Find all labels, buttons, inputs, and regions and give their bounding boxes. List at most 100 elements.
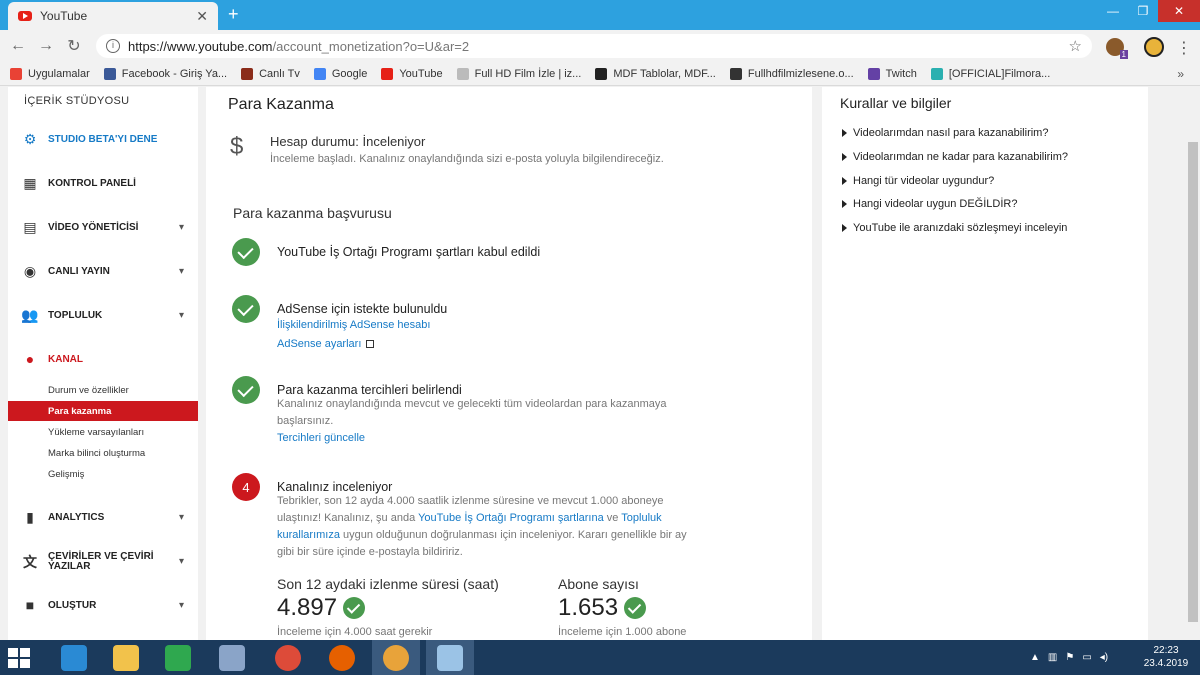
address-bar[interactable]: i https://www.youtube.com/account_moneti… — [96, 34, 1092, 58]
rule-link-how-much[interactable]: Videolarımdan ne kadar para kazanabiliri… — [842, 151, 1068, 163]
sidebar-item-translations[interactable]: 文 ÇEVİRİLER VE ÇEVİRİ YAZILAR ▾ — [8, 547, 198, 577]
linked-adsense-link[interactable]: İlişkilendirilmiş AdSense hesabı — [277, 319, 430, 331]
browser-tab[interactable]: YouTube ✕ — [8, 2, 218, 30]
system-tray[interactable]: ▲ ▥ ⚑ ▭ ◂) — [1030, 652, 1108, 663]
triangle-right-icon — [842, 200, 847, 208]
bookmark-item[interactable]: Full HD Film İzle | iz... — [456, 67, 581, 80]
extension-icon[interactable]: 1 — [1106, 38, 1128, 59]
new-tab-button[interactable]: + — [228, 4, 239, 25]
sidebar-item-video-manager[interactable]: ▤ VİDEO YÖNETİCİSİ ▾ — [8, 213, 198, 241]
file-explorer-icon[interactable] — [102, 640, 150, 675]
more-bookmarks-icon[interactable]: » — [1177, 67, 1184, 81]
notepad-icon[interactable] — [426, 640, 474, 675]
sidebar-item-label: TOPLULUK — [48, 309, 103, 321]
network-icon[interactable]: ▥ — [1048, 652, 1057, 663]
filmora-icon — [930, 67, 943, 80]
external-link-icon — [366, 340, 375, 348]
bookmark-item[interactable]: YouTube — [381, 67, 443, 80]
maximize-button[interactable]: ❐ — [1128, 0, 1158, 22]
forward-icon[interactable]: → — [32, 37, 60, 55]
facebook-icon — [103, 67, 116, 80]
sidebar-sub-branding[interactable]: Marka bilinci oluşturma — [8, 443, 198, 463]
close-tab-icon[interactable]: ✕ — [196, 8, 208, 25]
stat-value: 1.653 — [558, 594, 686, 622]
bookmark-item[interactable]: Canlı Tv — [241, 67, 300, 80]
bookmark-item[interactable]: Twitch — [867, 67, 917, 80]
check-icon — [232, 376, 260, 404]
sidebar-sub-monetization[interactable]: Para kazanma — [8, 401, 198, 421]
translate-icon: 文 — [23, 554, 37, 570]
google-icon — [313, 67, 326, 80]
tab-title: YouTube — [40, 9, 88, 23]
clock[interactable]: 22:23 23.4.2019 — [1138, 644, 1194, 670]
stat-label: Abone sayısı — [558, 576, 639, 592]
minimize-button[interactable]: — — [1098, 0, 1128, 22]
adsense-settings-link-wrap[interactable]: AdSense ayarları — [277, 336, 375, 350]
sidebar-item-label: ANALYTICS — [48, 511, 105, 523]
sidebar-header: İÇERİK STÜDYOSU — [24, 95, 130, 107]
rule-link-how[interactable]: Videolarımdan nasıl para kazanabilirim? — [842, 127, 1048, 139]
page-scrollbar[interactable] — [1186, 87, 1200, 640]
step-title: Kanalınız inceleniyor — [277, 480, 393, 494]
step-text: Kanalınız onaylandığında mevcut ve gelec… — [277, 398, 667, 427]
reload-icon[interactable]: ↻ — [60, 36, 88, 56]
windows-start-icon[interactable] — [8, 648, 30, 668]
control-panel-icon[interactable] — [208, 640, 256, 675]
firefox-icon[interactable] — [318, 640, 366, 675]
chrome-menu-icon[interactable]: ⋮ — [1176, 38, 1192, 58]
step-title: Para kazanma tercihleri belirlendi — [277, 383, 462, 397]
adsense-settings-link[interactable]: AdSense ayarları — [277, 338, 361, 350]
sidebar-sub-advanced[interactable]: Gelişmiş — [8, 464, 198, 484]
url-text[interactable]: https://www.youtube.com/account_monetiza… — [128, 39, 1069, 54]
chevron-down-icon: ▾ — [178, 599, 184, 611]
internet-explorer-icon[interactable] — [50, 640, 98, 675]
windows-taskbar: ▲ ▥ ⚑ ▭ ◂) 22:23 23.4.2019 — [0, 640, 1200, 675]
rules-panel: Kurallar ve bilgiler Videolarımdan nasıl… — [822, 87, 1148, 640]
check-icon — [232, 295, 260, 323]
sidebar-item-channel[interactable]: ● KANAL — [8, 345, 198, 373]
battery-icon[interactable]: ▭ — [1082, 652, 1091, 663]
store-icon[interactable] — [154, 640, 202, 675]
sidebar-item-analytics[interactable]: ▮ ANALYTICS ▾ — [8, 503, 198, 531]
bookmark-item[interactable]: [OFFICIAL]Filmora... — [930, 67, 1050, 80]
bookmark-item[interactable]: MDF Tablolar, MDF... — [595, 67, 716, 80]
rule-link-not-eligible[interactable]: Hangi videolar uygun DEĞİLDİR? — [842, 198, 1017, 210]
back-icon[interactable]: ← — [4, 37, 32, 55]
check-icon — [624, 597, 647, 619]
tv-icon — [241, 67, 254, 80]
tray-arrow-icon[interactable]: ▲ — [1030, 652, 1040, 663]
triangle-right-icon — [842, 224, 847, 232]
bookmark-item[interactable]: Uygulamalar — [10, 67, 90, 80]
site-info-icon[interactable]: i — [106, 39, 120, 53]
rule-link-eligible[interactable]: Hangi tür videolar uygundur? — [842, 175, 994, 187]
sidebar-item-live[interactable]: ◉ CANLI YAYIN ▾ — [8, 257, 198, 285]
bookmark-item[interactable]: Facebook - Giriş Ya... — [103, 67, 227, 80]
profile-avatar[interactable] — [1144, 37, 1164, 57]
stat-note: İnceleme için 1.000 abone — [558, 626, 687, 638]
step-text: Tebrikler, son 12 ayda 4.000 saatlik izl… — [277, 495, 687, 558]
sidebar-item-community[interactable]: 👥 TOPLULUK ▾ — [8, 301, 198, 329]
volume-icon[interactable]: ◂) — [1100, 652, 1108, 663]
partner-terms-link[interactable]: YouTube İş Ortağı Programı şartlarına — [418, 512, 604, 524]
chevron-down-icon: ▾ — [178, 556, 184, 567]
film-reel-icon — [729, 67, 742, 80]
bookmark-item[interactable]: Google — [313, 67, 367, 80]
bookmark-item[interactable]: Fullhdfilmizlesene.o... — [729, 67, 854, 80]
chrome-canary-icon[interactable] — [372, 640, 420, 675]
sidebar-sub-upload-defaults[interactable]: Yükleme varsayılanları — [8, 422, 198, 442]
bookmark-star-icon[interactable]: ☆ — [1069, 37, 1082, 55]
update-preferences-link[interactable]: Tercihleri güncelle — [277, 432, 365, 444]
sidebar-item-label: VİDEO YÖNETİCİSİ — [48, 221, 139, 233]
sidebar-item-label: KANAL — [48, 353, 83, 365]
rule-link-agreement[interactable]: YouTube ile aranızdaki sözleşmeyi incele… — [842, 222, 1067, 234]
sidebar-item-dashboard[interactable]: ▦ KONTROL PANELİ — [8, 169, 198, 197]
close-window-button[interactable]: ✕ — [1158, 0, 1200, 22]
chrome-icon[interactable] — [264, 640, 312, 675]
scrollbar-thumb[interactable] — [1188, 142, 1198, 622]
sidebar-item-create[interactable]: ■ OLUŞTUR ▾ — [8, 591, 198, 619]
sidebar-sub-status[interactable]: Durum ve özellikler — [8, 380, 198, 400]
status-title: Hesap durumu: İnceleniyor — [270, 134, 426, 149]
sidebar-item-studio-beta[interactable]: ⚙ STUDIO BETA'YI DENE — [8, 125, 198, 153]
flag-icon[interactable]: ⚑ — [1065, 652, 1074, 663]
step-title: AdSense için istekte bulunuldu — [277, 302, 448, 316]
